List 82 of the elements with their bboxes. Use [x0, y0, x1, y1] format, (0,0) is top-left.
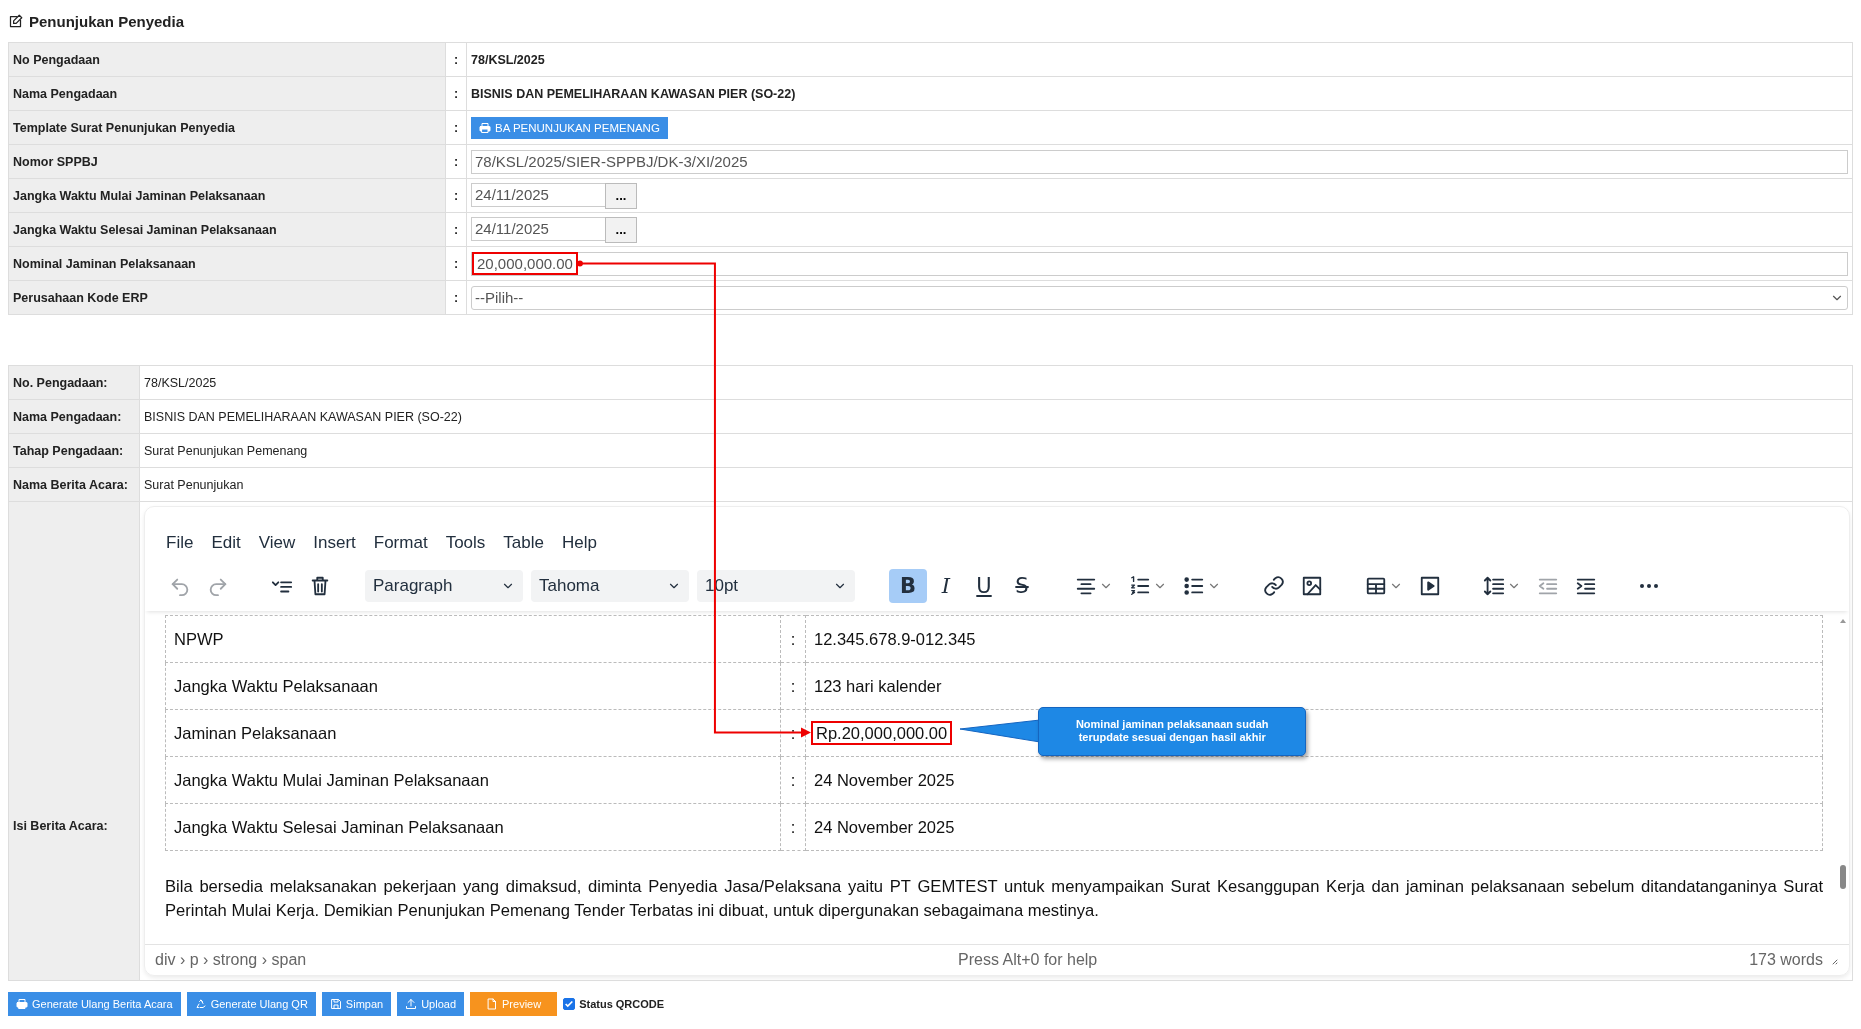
field-label: Nama Berita Acara:	[8, 467, 140, 502]
menu-item[interactable]: Insert	[304, 525, 365, 561]
table-icon	[1365, 575, 1387, 597]
table-cell: :	[780, 756, 806, 804]
menu-item[interactable]: Tools	[436, 525, 495, 561]
word-count: 173 words	[1749, 951, 1823, 969]
checkbox[interactable]	[563, 998, 576, 1010]
recycle-icon	[194, 998, 207, 1010]
table-cell: :	[780, 615, 806, 663]
bold-button[interactable]: B	[889, 569, 927, 603]
colon: :	[445, 42, 467, 77]
table-cell: Jangka Waktu Pelaksanaan	[165, 662, 781, 710]
italic-button[interactable]: I	[927, 569, 965, 603]
page-title: Penunjukan Penyedia	[29, 12, 185, 30]
input-field[interactable]: 78/KSL/2025/SIER-SPPBJ/DK-3/XI/2025	[471, 149, 1848, 174]
select-field[interactable]: --Pilih--	[471, 285, 1848, 310]
link-icon	[1263, 575, 1285, 597]
underline-button[interactable]: U	[965, 569, 1003, 603]
strike-button[interactable]: S	[1003, 569, 1041, 603]
trash-icon	[309, 575, 331, 597]
checkbox-label: Status QRCODE	[579, 998, 665, 1010]
play-icon	[1419, 575, 1441, 597]
table-cell: Jangka Waktu Selesai Jaminan Pelaksanaan	[165, 803, 781, 851]
field-label: Nama Pengadaan	[8, 76, 446, 111]
printer-icon	[16, 998, 28, 1010]
dropdown[interactable]: Tahoma	[531, 570, 689, 602]
table-cell: 24 November 2025	[805, 803, 1823, 851]
colon: :	[445, 280, 467, 315]
field-label: Nama Pengadaan:	[8, 399, 140, 434]
date-field[interactable]: 24/11/2025	[471, 182, 606, 207]
colon: :	[445, 144, 467, 179]
date-field[interactable]: 24/11/2025	[471, 216, 606, 241]
menu-item[interactable]: Format	[364, 525, 437, 561]
colon: :	[445, 76, 467, 111]
colon: :	[445, 212, 467, 247]
field-label: Template Surat Penunjukan Penyedia	[8, 110, 446, 145]
field-value: BISNIS DAN PEMELIHARAAN KAWASAN PIER (SO-22)	[471, 86, 796, 101]
more-icon	[1639, 583, 1659, 589]
table-cell: Jangka Waktu Mulai Jaminan Pelaksanaan	[165, 756, 781, 804]
field-label: No. Pengadaan:	[8, 365, 140, 400]
field-value: BISNIS DAN PEMELIHARAAN KAWASAN PIER (SO-22)	[139, 399, 1853, 434]
field-value: Surat Penunjukan	[139, 467, 1853, 502]
menu-item[interactable]: File	[157, 525, 203, 561]
help-hint: Press Alt+0 for help	[958, 951, 1098, 969]
colon: :	[445, 246, 467, 281]
callout: Nominal jaminan pelaksanaan sudah terupdate sesuai dengan hasil akhir	[1038, 706, 1307, 756]
menu-item[interactable]: View	[249, 525, 305, 561]
table-cell: :	[780, 803, 806, 851]
numbered-list-icon	[1129, 575, 1151, 597]
dropdown[interactable]: Paragraph	[365, 570, 523, 602]
edit-icon	[8, 13, 23, 29]
table-cell: NPWP	[165, 615, 781, 663]
input-field[interactable]: 20,000,000.00	[471, 251, 1848, 276]
line-height-icon	[1483, 575, 1505, 597]
colon: :	[445, 178, 467, 213]
table-cell: 12.345.678.9-012.345	[805, 615, 1823, 663]
paragraph: Bila bersedia melaksanakan pekerjaan yang dimaksud, diminta Penyedia Jasa/Pelaksana yaitu PT GEMTEST untuk menyampaikan Surat Kesanggupan Kerja dan jaminan pelaksanaan sebelum ditandatanganinya Surat Perintah Mulai Kerja. Demikian Penunjukan Pemenang Tender Terbatas ini dibuat, untuk dipergunakan sebagaimana mestinya.	[165, 876, 1823, 923]
file-icon	[486, 998, 498, 1010]
field-label: Isi Berita Acara:	[8, 501, 140, 981]
field-label: No Pengadaan	[8, 42, 446, 77]
field-value: 78/KSL/2025	[471, 52, 545, 67]
field-label: Jangka Waktu Selesai Jaminan Pelaksanaan	[8, 212, 446, 247]
image-icon	[1301, 575, 1323, 597]
printer-icon	[479, 121, 491, 134]
field-label: Nomor SPPBJ	[8, 144, 446, 179]
field-label: Nominal Jaminan Pelaksanaan	[8, 246, 446, 281]
element-path[interactable]: div › p › strong › span	[155, 951, 307, 969]
field-value: Surat Penunjukan Pemenang	[139, 433, 1853, 468]
field-label: Tahap Pengadaan:	[8, 433, 140, 468]
table-cell: :	[780, 662, 806, 710]
bullet-list-icon	[1183, 575, 1205, 597]
date-picker-button[interactable]: ...	[605, 182, 637, 209]
colon: :	[445, 110, 467, 145]
field-label: Perusahaan Kode ERP	[8, 280, 446, 315]
field-value: 78/KSL/2025	[139, 365, 1853, 400]
table-cell: Jaminan Pelaksanaan	[165, 709, 781, 757]
menu-item[interactable]: Help	[552, 525, 606, 561]
menu-item[interactable]: Edit	[202, 525, 250, 561]
field-label: Jangka Waktu Mulai Jaminan Pelaksanaan	[8, 178, 446, 213]
date-picker-button[interactable]: ...	[605, 216, 637, 243]
menu-item[interactable]: Table	[494, 525, 553, 561]
upload-icon	[405, 998, 418, 1010]
